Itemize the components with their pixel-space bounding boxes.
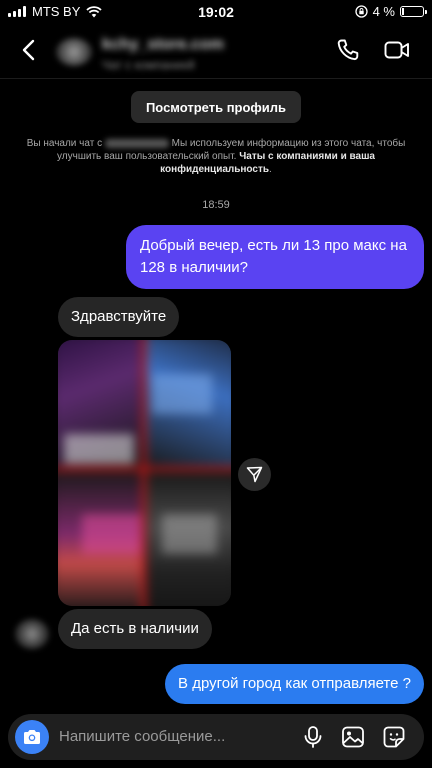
send-icon: [246, 466, 263, 483]
battery-percent: 4 %: [372, 4, 395, 19]
outgoing-message[interactable]: Добрый вечер, есть ли 13 про макс на 128…: [126, 225, 424, 289]
incoming-message[interactable]: Здравствуйте: [58, 297, 180, 337]
camera-icon: [24, 730, 40, 744]
sticker-icon[interactable]: [381, 724, 407, 750]
microphone-icon[interactable]: [300, 724, 326, 750]
video-call-icon[interactable]: [383, 36, 411, 64]
contact-avatar[interactable]: [56, 38, 92, 66]
notice-text-end: .: [269, 164, 272, 175]
incoming-message[interactable]: Да есть в наличии: [58, 609, 212, 649]
blurred-contact-name: [104, 138, 169, 148]
photo-content-blurred: [58, 340, 231, 606]
battery-icon: [400, 6, 427, 17]
message-composer: Напишите сообщение...: [8, 714, 424, 760]
share-button[interactable]: [238, 458, 271, 491]
status-bar: MTS BY 19:02 4 %: [0, 0, 432, 24]
chat-privacy-notice: Вы начали чат с Мы используем информацию…: [14, 137, 418, 176]
incoming-photo[interactable]: [58, 340, 231, 606]
message-input[interactable]: Напишите сообщение...: [59, 728, 225, 745]
notice-text-start: Вы начали чат с: [26, 138, 103, 149]
orientation-lock-icon: [354, 5, 368, 18]
sender-avatar[interactable]: [15, 619, 49, 649]
chat-header: kchy_store.com Чат с компанией: [0, 24, 432, 79]
outgoing-message[interactable]: В другой город как отправляете ?: [165, 664, 424, 704]
gallery-icon[interactable]: [340, 724, 366, 750]
camera-button[interactable]: [15, 720, 49, 754]
contact-name[interactable]: kchy_store.com: [102, 36, 224, 54]
view-profile-button[interactable]: Посмотреть профиль: [131, 91, 301, 123]
contact-subtitle: Чат с компанией: [102, 58, 195, 72]
message-timestamp: 18:59: [202, 199, 230, 211]
phone-icon[interactable]: [334, 36, 362, 64]
back-arrow-icon[interactable]: [16, 36, 44, 64]
status-right: 4 %: [354, 4, 427, 19]
